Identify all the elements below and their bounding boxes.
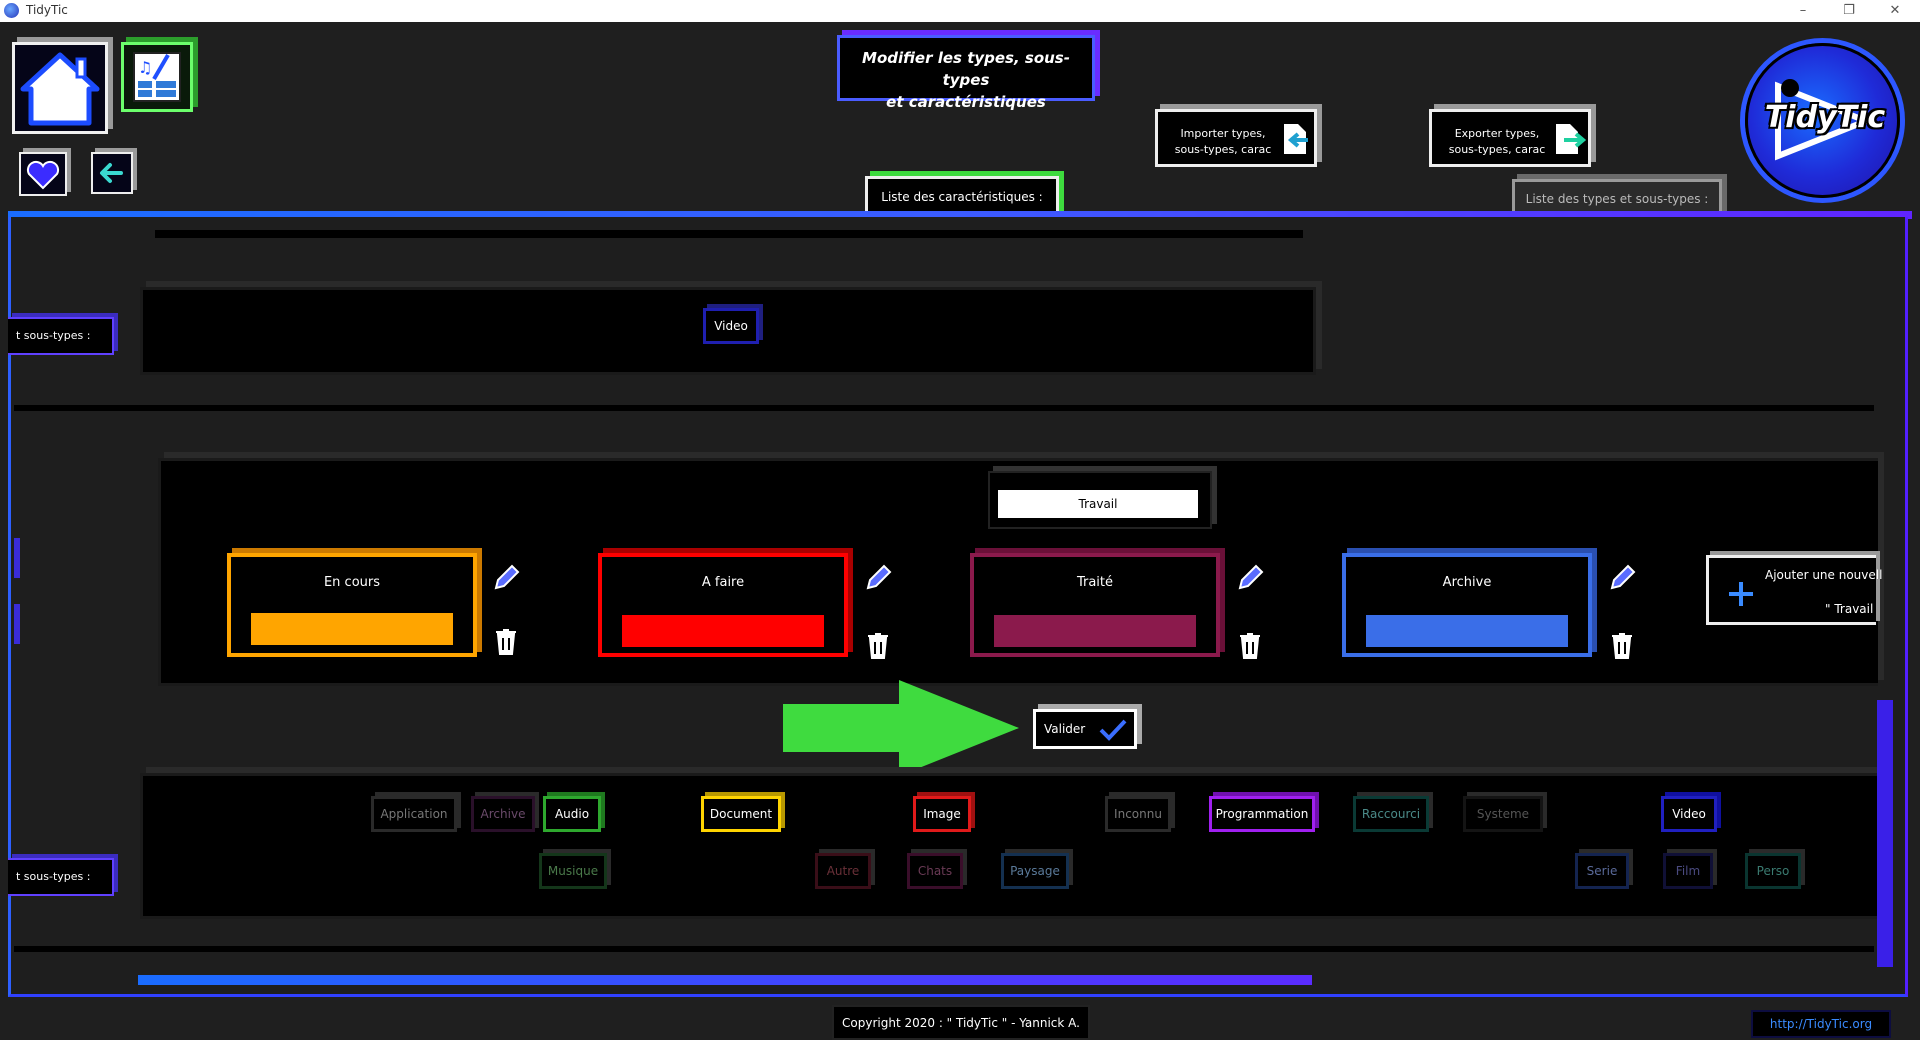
- type-video-top[interactable]: Video: [703, 308, 759, 344]
- import-label: Importer types, sous-types, carac: [1168, 126, 1278, 158]
- type-raccourci[interactable]: Raccourci: [1353, 796, 1429, 832]
- side-marker-2: [14, 604, 20, 644]
- types-row-top: Video: [140, 287, 1316, 375]
- tidytic-logo: TidyTic: [1745, 43, 1900, 198]
- delete-trash-icon[interactable]: [862, 630, 894, 662]
- divider-mid: [14, 405, 1874, 411]
- subtype-perso[interactable]: Perso: [1745, 853, 1801, 889]
- edit-pencil-icon[interactable]: [862, 562, 894, 594]
- type-document[interactable]: Document: [701, 796, 781, 832]
- arrow-left-icon: [100, 163, 123, 183]
- add-label-line1: Ajouter une nouvell: [1765, 568, 1883, 582]
- type-archive[interactable]: Archive: [471, 796, 535, 832]
- characteristic-card-2[interactable]: Traité: [970, 553, 1220, 657]
- delete-trash-icon[interactable]: [490, 626, 522, 658]
- checkmark-icon: [1099, 719, 1127, 741]
- characteristic-name: Traité: [1076, 575, 1114, 590]
- close-button[interactable]: ✕: [1872, 1, 1918, 21]
- app-icon: [4, 3, 19, 18]
- delete-trash-icon[interactable]: [1234, 630, 1266, 662]
- validate-button[interactable]: Valider: [1033, 709, 1137, 749]
- home-icon: [20, 52, 100, 126]
- tab-characteristics[interactable]: Liste des caractéristiques :: [865, 176, 1059, 216]
- svg-text:♫: ♫: [138, 58, 152, 77]
- page-title-line2: et caractéristiques: [886, 93, 1046, 111]
- heart-icon: [26, 160, 60, 190]
- tab-types-label: Liste des types et sous-types :: [1525, 192, 1709, 206]
- subtype-serie[interactable]: Serie: [1575, 853, 1629, 889]
- type-systeme[interactable]: Systeme: [1463, 796, 1543, 832]
- export-label-line1: Exporter types,: [1454, 127, 1540, 140]
- import-label-line2: sous-types, carac: [1174, 143, 1272, 156]
- favorites-button[interactable]: [19, 152, 67, 196]
- type-programmation[interactable]: Programmation: [1209, 796, 1315, 832]
- type-video[interactable]: Video: [1661, 796, 1717, 832]
- subtype-paysage[interactable]: Paysage: [1001, 853, 1069, 889]
- export-icon: [1556, 124, 1586, 154]
- subtype-film[interactable]: Film: [1663, 853, 1713, 889]
- characteristic-color-swatch[interactable]: [994, 615, 1196, 647]
- export-label: Exporter types, sous-types, carac: [1442, 126, 1552, 158]
- page-title: Modifier les types, sous-types et caract…: [837, 35, 1095, 111]
- edit-pencil-icon[interactable]: [490, 562, 522, 594]
- divider-top: [155, 230, 1303, 238]
- home-button[interactable]: [12, 42, 108, 134]
- import-label-line1: Importer types,: [1180, 127, 1266, 140]
- type-image[interactable]: Image: [913, 796, 971, 832]
- subtype-chats[interactable]: Chats: [907, 853, 963, 889]
- type-application[interactable]: Application: [371, 796, 457, 832]
- side-tab-bottom[interactable]: t sous-types :: [8, 858, 114, 896]
- characteristic-name: Archive: [1442, 575, 1492, 590]
- divider-bottom: [14, 946, 1874, 952]
- edit-pencil-icon[interactable]: [1234, 562, 1266, 594]
- characteristic-card-3[interactable]: Archive: [1342, 553, 1592, 657]
- minimize-button[interactable]: –: [1780, 1, 1826, 21]
- restore-button[interactable]: ❐: [1826, 1, 1872, 21]
- back-button[interactable]: [91, 152, 133, 194]
- subtype-musique[interactable]: Musique: [539, 853, 607, 889]
- validate-label: Valider: [1044, 722, 1086, 736]
- subtype-autre[interactable]: Autre: [815, 853, 871, 889]
- delete-trash-icon[interactable]: [1606, 630, 1638, 662]
- import-icon: [1284, 124, 1308, 154]
- media-icon: ♫: [133, 52, 181, 102]
- copyright-footer: Copyright 2020 : " TidyTic " - Yannick A…: [832, 1005, 1090, 1040]
- window-title: TidyTic: [26, 3, 68, 17]
- arrow-right-icon: [783, 680, 1019, 776]
- add-label-line2: " Travail: [1825, 602, 1874, 616]
- characteristic-name: A faire: [701, 575, 745, 590]
- characteristic-name: En cours: [323, 575, 381, 590]
- add-characteristic-button[interactable]: Ajouter une nouvell " Travail: [1706, 555, 1882, 625]
- type-name-block: Travail: [988, 471, 1212, 529]
- export-label-line2: sous-types, carac: [1448, 143, 1546, 156]
- tab-characteristics-label: Liste des caractéristiques :: [881, 190, 1043, 204]
- window-titlebar: TidyTic – ❐ ✕: [0, 0, 1920, 22]
- website-link[interactable]: http://TidyTic.org: [1751, 1010, 1891, 1038]
- horizontal-scrollbar[interactable]: [138, 975, 1312, 985]
- characteristic-color-swatch[interactable]: [1366, 615, 1568, 647]
- type-name-field[interactable]: Travail: [998, 490, 1198, 518]
- page-title-line1: Modifier les types, sous-types: [862, 49, 1070, 89]
- characteristic-card-0[interactable]: En cours: [227, 553, 477, 657]
- media-types-button[interactable]: ♫: [121, 42, 193, 112]
- side-marker-1: [14, 538, 20, 578]
- characteristic-color-swatch[interactable]: [622, 615, 824, 647]
- side-tab-top[interactable]: t sous-types :: [8, 317, 114, 355]
- edit-pencil-icon[interactable]: [1606, 562, 1638, 594]
- logo-text: TidyTic: [1764, 100, 1886, 135]
- types-row-bottom: Application Archive Audio Document Image…: [140, 773, 1878, 919]
- vertical-scrollbar[interactable]: [1877, 700, 1893, 967]
- characteristic-color-swatch[interactable]: [251, 613, 453, 645]
- characteristic-card-1[interactable]: A faire: [598, 553, 848, 657]
- type-audio[interactable]: Audio: [543, 796, 601, 832]
- plus-icon: [1729, 582, 1753, 606]
- type-inconnu[interactable]: Inconnu: [1105, 796, 1171, 832]
- export-button[interactable]: Exporter types, sous-types, carac: [1429, 109, 1591, 167]
- import-button[interactable]: Importer types, sous-types, carac: [1155, 109, 1317, 167]
